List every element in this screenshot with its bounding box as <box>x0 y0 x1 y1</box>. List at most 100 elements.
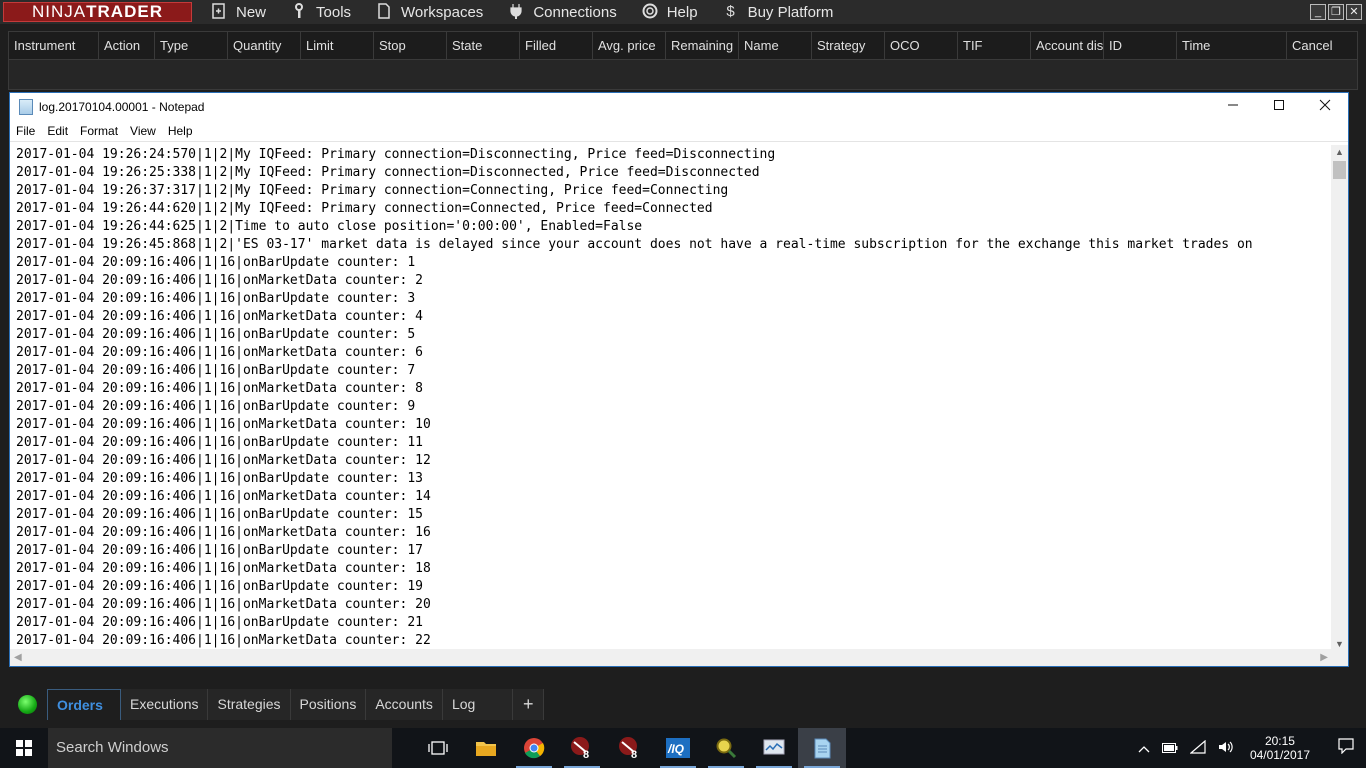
notepad-window: log.20170104.00001 - Notepad File Edit F… <box>9 92 1349 667</box>
menu-help[interactable]: Help <box>641 0 698 24</box>
log-line: 2017-01-04 20:09:16:406|1|16|onBarUpdate… <box>16 399 416 414</box>
column-header[interactable]: Time <box>1177 32 1287 59</box>
notepad-titlebar[interactable]: log.20170104.00001 - Notepad <box>10 93 1348 120</box>
menu-buy-platform-label: Buy Platform <box>747 3 834 21</box>
column-header[interactable]: Remaining <box>666 32 739 59</box>
column-header[interactable]: Stop <box>374 32 447 59</box>
task-view-icon[interactable] <box>414 728 462 768</box>
close-button[interactable]: ✕ <box>1346 4 1362 20</box>
close-button[interactable] <box>1302 93 1348 120</box>
log-line: 2017-01-04 19:26:44:620|1|2|My IQFeed: P… <box>16 201 713 216</box>
menu-buy-platform[interactable]: $ Buy Platform <box>722 0 834 24</box>
column-header[interactable]: Strategy <box>812 32 885 59</box>
column-header[interactable]: ID <box>1104 32 1177 59</box>
maximize-button[interactable] <box>1256 93 1302 120</box>
file-explorer-icon[interactable] <box>462 728 510 768</box>
scroll-right-icon[interactable]: ▶ <box>1320 652 1328 663</box>
notepad-text-area[interactable]: 2017-01-04 19:26:24:570|1|2|My IQFeed: P… <box>10 145 1332 651</box>
logo-text-light: NINJA <box>32 2 87 21</box>
ninjatrader8-icon[interactable]: 8 <box>606 728 654 768</box>
ninjatrader-titlebar: NINJA TRADER New Tools Workspaces Connect… <box>0 0 1366 24</box>
log-line: 2017-01-04 19:26:24:570|1|2|My IQFeed: P… <box>16 147 776 162</box>
log-line: 2017-01-04 20:09:16:406|1|16|onBarUpdate… <box>16 327 416 342</box>
tab-accounts[interactable]: Accounts <box>366 689 443 720</box>
svg-text:/IQ: /IQ <box>667 742 685 756</box>
plug-icon <box>507 3 525 21</box>
log-line: 2017-01-04 20:09:16:406|1|16|onMarketDat… <box>16 633 431 648</box>
log-line: 2017-01-04 20:09:16:406|1|16|onMarketDat… <box>16 597 431 612</box>
menu-edit[interactable]: Edit <box>47 124 68 138</box>
log-line: 2017-01-04 20:09:16:406|1|16|onBarUpdate… <box>16 543 423 558</box>
monitor-tool-icon[interactable] <box>750 728 798 768</box>
ninjatrader-menu: New Tools Workspaces Connections Help $ … <box>210 0 857 24</box>
scroll-thumb[interactable] <box>1333 161 1346 179</box>
minimize-button[interactable]: _ <box>1310 4 1326 20</box>
tab-strategies[interactable]: Strategies <box>208 689 291 720</box>
taskbar-search-box[interactable]: Search Windows <box>48 728 392 768</box>
column-header[interactable]: Avg. price <box>593 32 666 59</box>
chevron-up-icon[interactable] <box>1138 741 1150 756</box>
scroll-left-icon[interactable]: ◀ <box>14 652 22 663</box>
column-header[interactable]: Name <box>739 32 812 59</box>
column-header[interactable]: State <box>447 32 520 59</box>
log-line: 2017-01-04 20:09:16:406|1|16|onMarketDat… <box>16 309 423 324</box>
taskbar-clock[interactable]: 20:15 04/01/2017 <box>1250 734 1310 762</box>
search-tool-icon[interactable] <box>702 728 750 768</box>
menu-format[interactable]: Format <box>80 124 118 138</box>
tab-log[interactable]: Log <box>442 689 513 720</box>
log-line: 2017-01-04 19:26:45:868|1|2|'ES 03-17' m… <box>16 237 1253 252</box>
column-header[interactable]: Type <box>155 32 228 59</box>
column-header[interactable]: Limit <box>301 32 374 59</box>
menu-workspaces[interactable]: Workspaces <box>375 0 483 24</box>
scrollbar-corner <box>1331 649 1348 666</box>
menu-tools[interactable]: Tools <box>290 0 351 24</box>
notepad-menubar: File Edit Format View Help <box>10 120 1348 142</box>
column-header[interactable]: TIF <box>958 32 1031 59</box>
restore-button[interactable]: ❐ <box>1328 4 1344 20</box>
tab-positions[interactable]: Positions <box>290 689 367 720</box>
orders-grid-header: Instrument Action Type Quantity Limit St… <box>9 32 1357 60</box>
ninjatrader8-icon[interactable]: 8 <box>558 728 606 768</box>
tab-executions[interactable]: Executions <box>121 689 209 720</box>
column-header[interactable]: Account dis <box>1031 32 1104 59</box>
log-line: 2017-01-04 20:09:16:406|1|16|onBarUpdate… <box>16 471 423 486</box>
menu-connections[interactable]: Connections <box>507 0 617 24</box>
column-header[interactable]: Action <box>99 32 155 59</box>
clock-date: 04/01/2017 <box>1249 748 1310 762</box>
tab-orders[interactable]: Orders <box>47 689 121 720</box>
battery-icon[interactable] <box>1161 741 1178 756</box>
menu-help[interactable]: Help <box>168 124 193 138</box>
iqfeed-icon[interactable]: /IQ <box>654 728 702 768</box>
log-line: 2017-01-04 20:09:16:406|1|16|onMarketDat… <box>16 273 423 288</box>
column-header[interactable]: OCO <box>885 32 958 59</box>
scroll-up-icon[interactable]: ▲ <box>1331 145 1348 159</box>
menu-tools-label: Tools <box>316 3 352 21</box>
action-center-icon[interactable] <box>1326 738 1366 758</box>
menu-new-label: New <box>236 3 267 21</box>
notepad-icon[interactable] <box>798 728 846 768</box>
menu-new[interactable]: New <box>210 0 266 24</box>
column-header[interactable]: Quantity <box>228 32 301 59</box>
menu-file[interactable]: File <box>16 124 35 138</box>
log-line: 2017-01-04 19:26:44:625|1|2|Time to auto… <box>16 219 643 234</box>
log-line: 2017-01-04 20:09:16:406|1|16|onMarketDat… <box>16 381 423 396</box>
log-line: 2017-01-04 20:09:16:406|1|16|onMarketDat… <box>16 417 431 432</box>
vertical-scrollbar[interactable]: ▲ ▼ <box>1331 145 1348 651</box>
horizontal-scrollbar[interactable]: ◀ ▶ <box>10 649 1332 666</box>
column-header[interactable]: Filled <box>520 32 593 59</box>
chrome-icon[interactable] <box>510 728 558 768</box>
volume-icon[interactable] <box>1218 740 1234 757</box>
minimize-button[interactable] <box>1210 93 1256 120</box>
new-document-icon <box>210 3 228 21</box>
add-tab-button[interactable]: + <box>512 689 545 720</box>
lifebuoy-icon <box>641 3 659 21</box>
log-line: 2017-01-04 20:09:16:406|1|16|onMarketDat… <box>16 525 431 540</box>
dollar-icon: $ <box>726 3 735 20</box>
start-button[interactable] <box>0 728 48 768</box>
column-header[interactable]: Cancel <box>1287 32 1349 59</box>
orders-grid: Instrument Action Type Quantity Limit St… <box>8 31 1358 90</box>
close-icon <box>1319 99 1331 111</box>
wifi-icon[interactable] <box>1189 739 1206 757</box>
column-header[interactable]: Instrument <box>9 32 99 59</box>
menu-view[interactable]: View <box>130 124 156 138</box>
